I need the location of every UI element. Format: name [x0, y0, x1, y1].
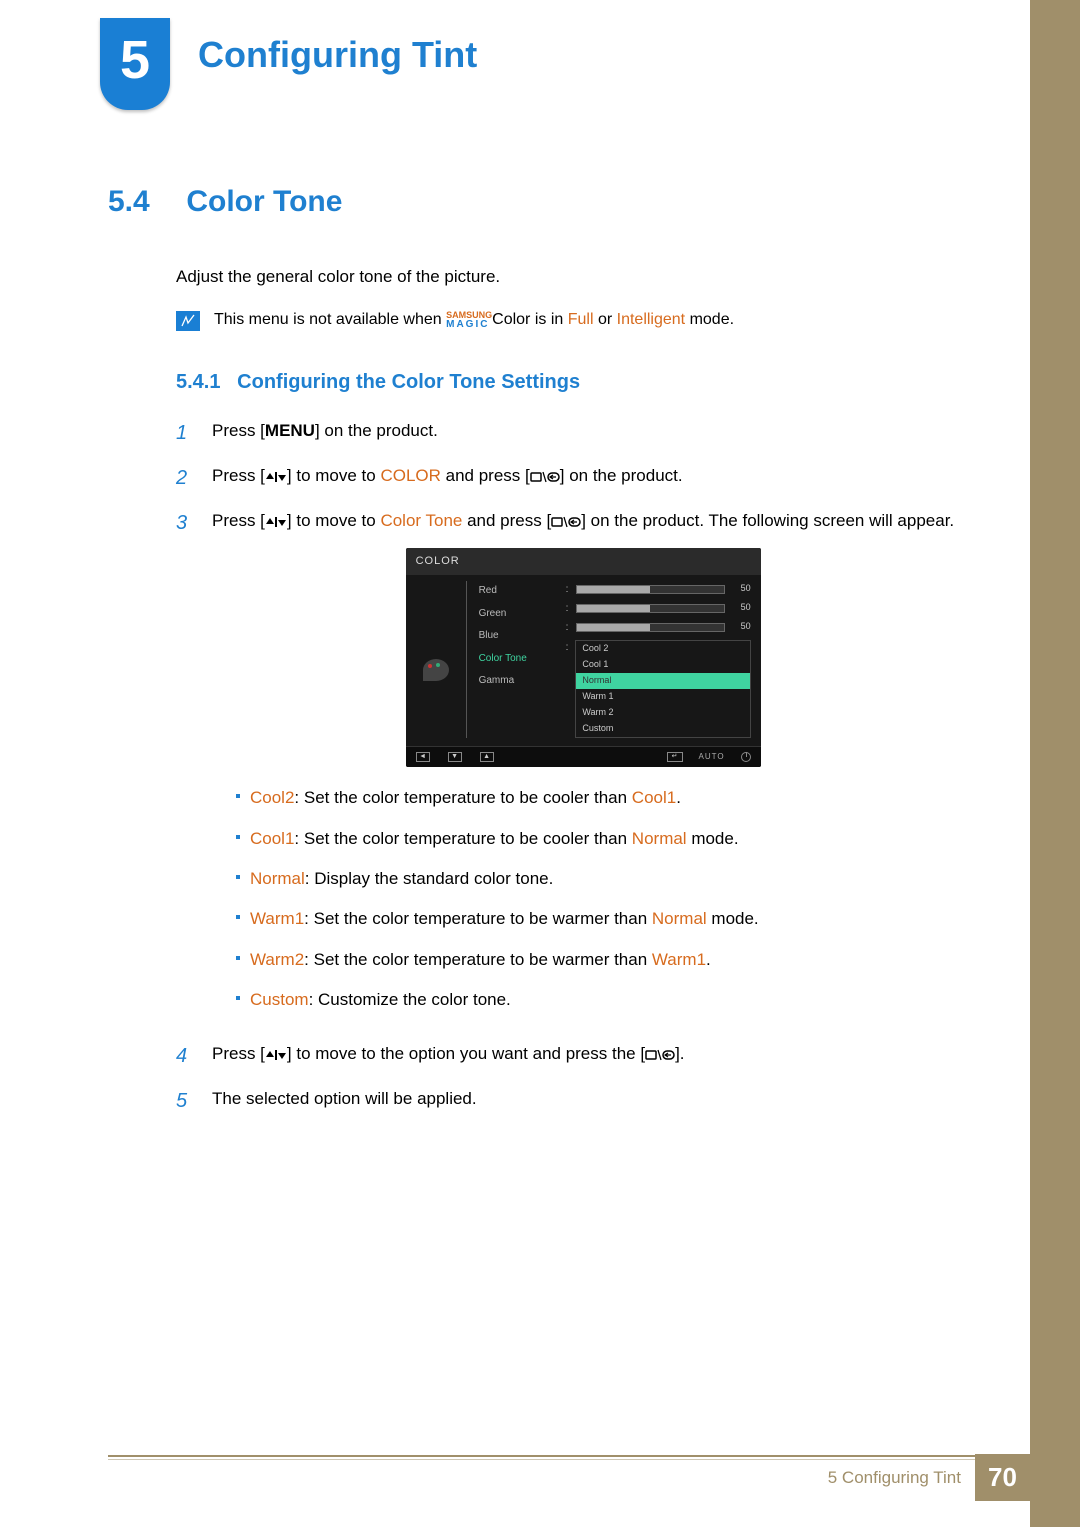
- step-5: 5 The selected option will be applied.: [176, 1086, 960, 1117]
- step-2: 2 Press [] to move to COLOR and press []…: [176, 463, 960, 494]
- osd-row-red: :50: [566, 583, 751, 595]
- osd-title: COLOR: [406, 548, 761, 575]
- source-enter-icon: [530, 470, 560, 484]
- osd-auto: AUTO: [699, 751, 725, 763]
- bullet-custom: Custom: Customize the color tone.: [236, 987, 954, 1013]
- source-enter-icon: [645, 1048, 675, 1062]
- osd-label-red: Red: [479, 583, 556, 599]
- section-title: Color Tone: [186, 185, 342, 218]
- osd-footer: ◄ ▼ ▲ ↵ AUTO: [406, 746, 761, 767]
- option-bullets: Cool2: Set the color temperature to be c…: [212, 785, 954, 1013]
- step-1: 1 Press [MENU] on the product.: [176, 418, 960, 449]
- source-enter-icon: [551, 515, 581, 529]
- samsung-magic-logo: SAMSUNGMAGIC: [446, 311, 492, 329]
- power-icon: [741, 752, 751, 762]
- page-number: 70: [975, 1454, 1030, 1501]
- osd-label-green: Green: [479, 606, 556, 622]
- intro-text: Adjust the general color tone of the pic…: [176, 267, 960, 287]
- steps-list: 1 Press [MENU] on the product. 2 Press […: [176, 418, 960, 1117]
- subsection-number: 5.4.1: [176, 371, 220, 393]
- osd-enter-icon: ↵: [667, 752, 683, 762]
- bullet-normal: Normal: Display the standard color tone.: [236, 866, 954, 892]
- section-number: 5.4: [108, 185, 178, 219]
- note-icon: [176, 311, 200, 331]
- up-down-icon: [265, 471, 287, 483]
- osd-dropdown: Cool 2 Cool 1 Normal Warm 1 Warm 2 Custo…: [575, 640, 750, 738]
- chapter-badge: 5: [100, 18, 170, 110]
- osd-row-green: :50: [566, 602, 751, 614]
- bullet-warm1: Warm1: Set the color temperature to be w…: [236, 906, 954, 932]
- right-margin-bar: [1030, 0, 1080, 1527]
- chapter-number: 5: [120, 29, 150, 91]
- subsection-title: Configuring the Color Tone Settings: [237, 371, 580, 393]
- subsection-heading: 5.4.1 Configuring the Color Tone Setting…: [176, 371, 960, 394]
- up-down-icon: [265, 1049, 287, 1061]
- osd-screenshot: COLOR Red Green Blue Color Tone Gamma :5…: [406, 548, 761, 767]
- osd-row-colortone: : Cool 2 Cool 1 Normal Warm 1 Warm 2 Cus…: [566, 640, 751, 738]
- note-row: This menu is not available when SAMSUNGM…: [176, 311, 960, 331]
- osd-down-icon: ▼: [448, 752, 462, 762]
- palette-icon: [423, 659, 449, 681]
- chapter-title: Configuring Tint: [198, 34, 477, 76]
- osd-label-colortone: Color Tone: [479, 651, 556, 667]
- osd-row-blue: :50: [566, 621, 751, 633]
- bullet-cool2: Cool2: Set the color temperature to be c…: [236, 785, 954, 811]
- step-4: 4 Press [] to move to the option you wan…: [176, 1041, 960, 1072]
- osd-up-icon: ▲: [480, 752, 494, 762]
- section-body: 5.4 Color Tone Adjust the general color …: [108, 185, 960, 1131]
- note-text: This menu is not available when SAMSUNGM…: [214, 311, 734, 329]
- up-down-icon: [265, 516, 287, 528]
- page-footer: 5 Configuring Tint 70: [108, 1455, 1030, 1501]
- bullet-warm2: Warm2: Set the color temperature to be w…: [236, 947, 954, 973]
- osd-left-icon: ◄: [416, 752, 430, 762]
- step-3: 3 Press [] to move to Color Tone and pre…: [176, 508, 960, 1027]
- menu-icon: MENU: [265, 421, 315, 440]
- footer-text: 5 Configuring Tint: [828, 1468, 975, 1488]
- section-heading: 5.4 Color Tone: [108, 185, 960, 219]
- bullet-cool1: Cool1: Set the color temperature to be c…: [236, 826, 954, 852]
- osd-label-blue: Blue: [479, 628, 556, 644]
- osd-label-gamma: Gamma: [479, 673, 556, 689]
